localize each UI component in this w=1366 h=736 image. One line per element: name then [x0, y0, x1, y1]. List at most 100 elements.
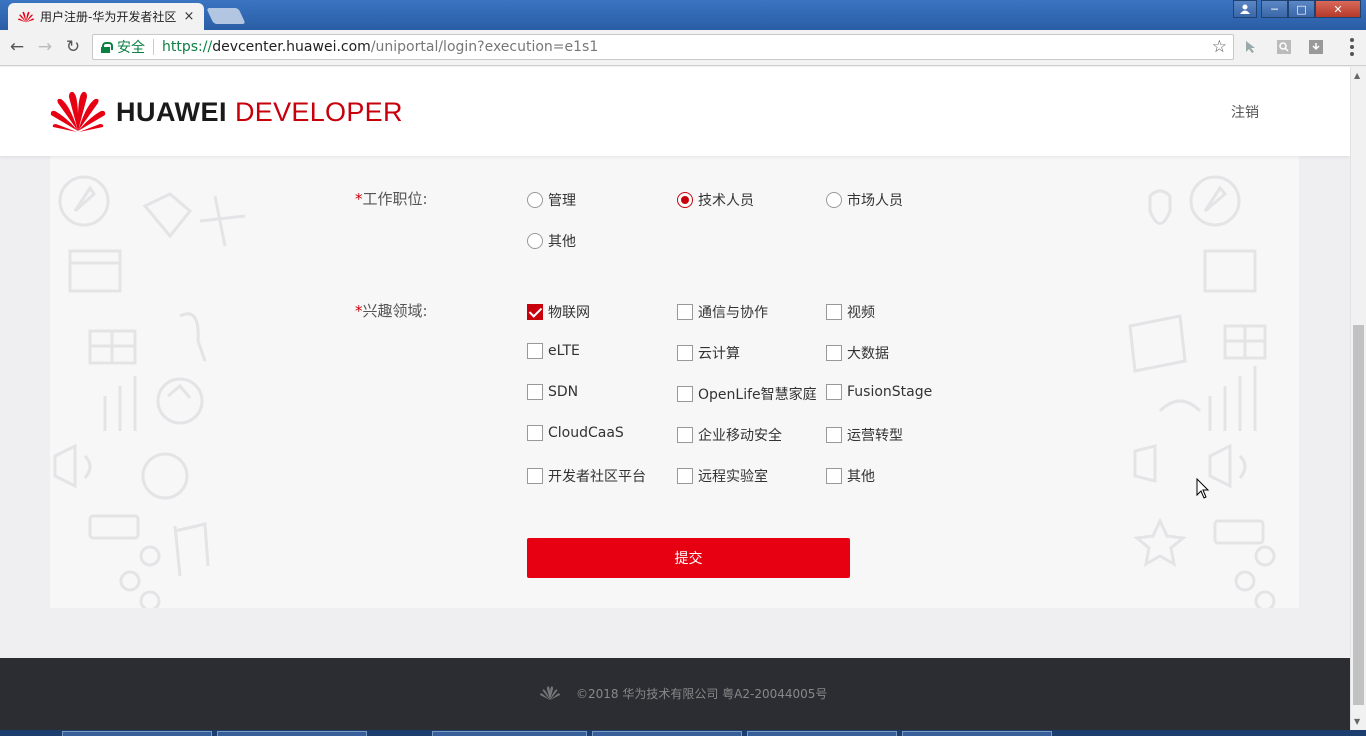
- submit-button[interactable]: 提交: [527, 538, 850, 578]
- scroll-thumb[interactable]: [1353, 325, 1364, 705]
- lock-icon: [101, 41, 113, 53]
- radio-button[interactable]: [527, 233, 543, 249]
- option-label: eLTE: [548, 343, 580, 359]
- option-label: FusionStage: [847, 384, 933, 400]
- option-label: OpenLife智慧家庭: [698, 387, 817, 403]
- required-mark: *: [355, 190, 363, 208]
- interest-option-fusionstage[interactable]: FusionStage: [826, 384, 932, 400]
- bookmark-star-icon[interactable]: ☆: [1212, 37, 1227, 57]
- checkbox[interactable]: [826, 427, 842, 443]
- checkbox[interactable]: [826, 384, 842, 400]
- checkbox[interactable]: [677, 427, 693, 443]
- forward-icon[interactable]: →: [34, 36, 56, 58]
- huawei-flower-logo-icon: [50, 91, 106, 132]
- logout-link[interactable]: 注销: [1231, 102, 1259, 122]
- interest-option-openlife[interactable]: OpenLife智慧家庭: [677, 384, 817, 404]
- window-controls: [1233, 0, 1257, 18]
- checkbox[interactable]: [527, 384, 543, 400]
- interest-option-iot[interactable]: 物联网: [527, 302, 590, 322]
- url-path: /uniportal/login?execution=e1s1: [370, 39, 599, 55]
- browser-tab[interactable]: 用户注册-华为开发者社区 ×: [8, 3, 204, 30]
- option-label: 市场人员: [847, 193, 903, 209]
- position-label: *工作职位:: [355, 188, 428, 209]
- registration-form-card: *工作职位: 管理 技术人员 市场人员 其他 *兴趣领域: 物联网 通信与协作: [50, 156, 1299, 608]
- interest-option-collaboration[interactable]: 通信与协作: [677, 302, 768, 322]
- option-label: 物联网: [548, 305, 590, 321]
- taskbar-item[interactable]: [747, 731, 897, 736]
- interest-option-cloud[interactable]: 云计算: [677, 343, 740, 363]
- checkbox[interactable]: [826, 468, 842, 484]
- footer-copyright: ©2018 华为技术有限公司 粤A2-20044005号: [576, 687, 828, 701]
- site-header: HUAWEI DEVELOPER 注销: [0, 67, 1350, 156]
- page-viewport: HUAWEI DEVELOPER 注销 *工作职位: 管理 技术人员 市场人员 …: [0, 67, 1350, 730]
- checkbox-checked[interactable]: [527, 304, 543, 320]
- position-option-technical[interactable]: 技术人员: [677, 190, 754, 210]
- position-option-other[interactable]: 其他: [527, 231, 576, 251]
- site-footer: ©2018 华为技术有限公司 粤A2-20044005号: [0, 658, 1350, 730]
- radio-button-selected[interactable]: [677, 192, 693, 208]
- option-label: 其他: [548, 234, 576, 250]
- back-icon[interactable]: ←: [6, 36, 28, 58]
- interest-option-video[interactable]: 视频: [826, 302, 875, 322]
- taskbar-item[interactable]: [902, 731, 1052, 736]
- address-bar[interactable]: 安全 https://devcenter.huawei.com/uniporta…: [92, 34, 1234, 60]
- interest-option-mobile-security[interactable]: 企业移动安全: [677, 425, 782, 445]
- checkbox[interactable]: [677, 386, 693, 402]
- option-label: 企业移动安全: [698, 428, 782, 444]
- position-option-marketing[interactable]: 市场人员: [826, 190, 903, 210]
- reload-icon[interactable]: ↻: [62, 36, 84, 58]
- option-label: 开发者社区平台: [548, 469, 646, 485]
- checkbox[interactable]: [527, 343, 543, 359]
- tab-close-icon[interactable]: ×: [182, 9, 196, 24]
- interest-option-dev-community[interactable]: 开发者社区平台: [527, 466, 646, 486]
- option-label: CloudCaaS: [548, 425, 624, 441]
- os-taskbar: [0, 730, 1366, 736]
- page-scrollbar[interactable]: ▲ ▼: [1350, 67, 1366, 730]
- browser-tab-bar: 用户注册-华为开发者社区 × ─ □ ✕: [0, 0, 1366, 30]
- close-window-button[interactable]: ✕: [1315, 0, 1361, 18]
- browser-toolbar: ← → ↻ 安全 https://devcenter.huawei.com/un…: [0, 30, 1366, 66]
- position-option-management[interactable]: 管理: [527, 190, 576, 210]
- option-label: 大数据: [847, 346, 889, 362]
- scroll-down-icon[interactable]: ▼: [1354, 717, 1360, 726]
- taskbar-item[interactable]: [217, 731, 367, 736]
- checkbox[interactable]: [677, 304, 693, 320]
- interest-option-sdn[interactable]: SDN: [527, 384, 578, 400]
- interest-option-cloudcaas[interactable]: CloudCaaS: [527, 425, 624, 441]
- scroll-up-icon[interactable]: ▲: [1354, 71, 1360, 80]
- checkbox[interactable]: [677, 345, 693, 361]
- huawei-favicon-icon: [18, 11, 34, 22]
- option-label: 技术人员: [698, 193, 754, 209]
- extension-search-icon[interactable]: [1276, 39, 1292, 55]
- new-tab-button[interactable]: [206, 8, 246, 24]
- checkbox[interactable]: [677, 468, 693, 484]
- option-label: SDN: [548, 384, 579, 400]
- extension-cursor-icon[interactable]: [1243, 39, 1259, 55]
- mouse-cursor-icon: [1196, 478, 1210, 499]
- huawei-developer-logo[interactable]: HUAWEI DEVELOPER: [50, 91, 403, 133]
- option-label: 管理: [548, 193, 576, 209]
- option-label: 视频: [847, 305, 875, 321]
- radio-button[interactable]: [527, 192, 543, 208]
- minimize-button[interactable]: ─: [1261, 0, 1288, 18]
- maximize-button[interactable]: □: [1288, 0, 1315, 18]
- taskbar-item[interactable]: [432, 731, 587, 736]
- interest-option-other[interactable]: 其他: [826, 466, 875, 486]
- interest-option-remote-lab[interactable]: 远程实验室: [677, 466, 768, 486]
- interest-option-operations[interactable]: 运营转型: [826, 425, 903, 445]
- checkbox[interactable]: [527, 425, 543, 441]
- taskbar-item[interactable]: [592, 731, 742, 736]
- url-host: devcenter.huawei.com: [212, 39, 371, 55]
- checkbox[interactable]: [826, 345, 842, 361]
- user-profile-icon[interactable]: [1233, 0, 1257, 18]
- radio-button[interactable]: [826, 192, 842, 208]
- interest-option-bigdata[interactable]: 大数据: [826, 343, 889, 363]
- checkbox[interactable]: [527, 468, 543, 484]
- browser-menu-icon[interactable]: [1350, 38, 1354, 56]
- extension-download-icon[interactable]: [1308, 39, 1324, 55]
- required-mark: *: [355, 302, 363, 320]
- checkbox[interactable]: [826, 304, 842, 320]
- taskbar-item[interactable]: [62, 731, 212, 736]
- option-label: 运营转型: [847, 428, 903, 444]
- interest-option-elte[interactable]: eLTE: [527, 343, 580, 359]
